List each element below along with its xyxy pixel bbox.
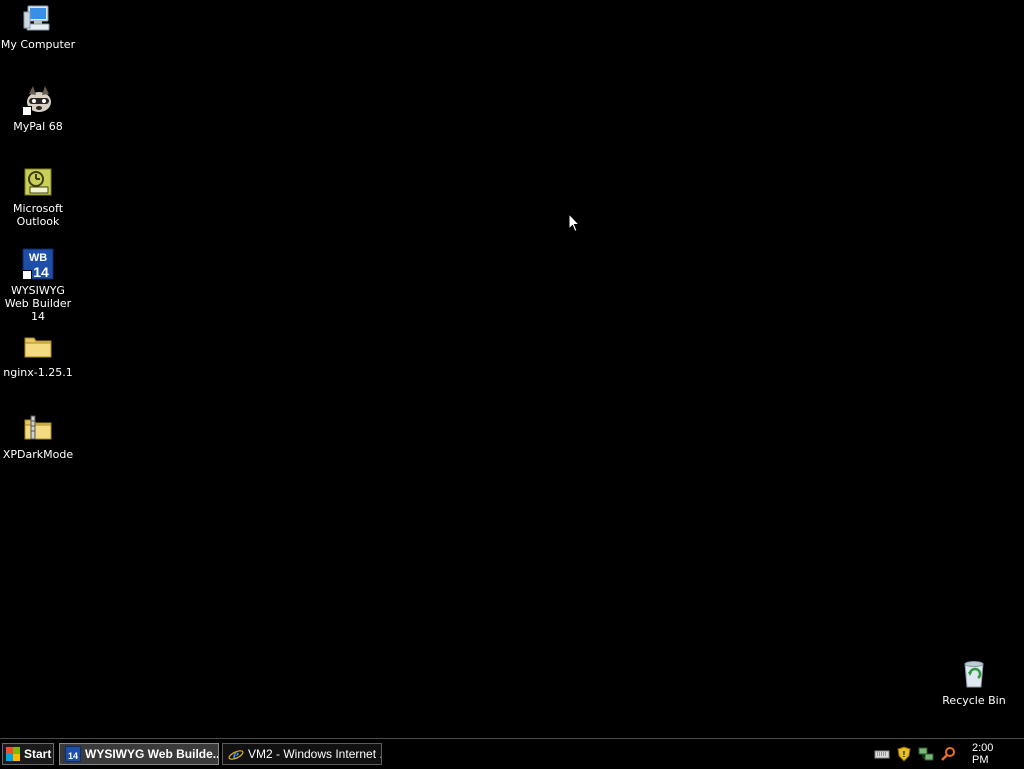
desktop-icon-mypal[interactable]: MyPal 68 <box>0 84 76 133</box>
svg-text:!: ! <box>903 750 906 759</box>
taskbar-button-web-builder[interactable]: 14 WYSIWYG Web Builde... <box>59 743 219 765</box>
taskbar-button-label: VM2 - Windows Internet ... <box>248 747 382 761</box>
desktop: My Computer MyPal 68 Microsoft Outlook W… <box>0 0 1024 738</box>
ie-icon: e <box>228 746 244 763</box>
svg-text:14: 14 <box>68 751 78 761</box>
desktop-icon-label: Recycle Bin <box>942 694 1006 707</box>
web-builder-icon: 14 <box>65 746 81 762</box>
zip-folder-icon <box>22 412 54 444</box>
recycle-bin-icon <box>958 658 990 690</box>
shortcut-arrow-icon <box>22 106 32 116</box>
desktop-icon-xpdarkmode[interactable]: XPDarkMode <box>0 412 76 461</box>
taskbar-button-label: WYSIWYG Web Builde... <box>85 747 219 761</box>
keyboard-icon[interactable] <box>874 746 890 762</box>
outlook-icon <box>22 166 54 198</box>
desktop-icon-label: XPDarkMode <box>2 448 74 461</box>
windows-flag-icon <box>6 747 20 761</box>
desktop-icon-nginx-folder[interactable]: nginx-1.25.1 <box>0 330 76 379</box>
mouse-cursor-icon <box>568 212 581 237</box>
web-builder-icon: WB 14 <box>22 248 54 280</box>
raccoon-icon <box>22 84 54 116</box>
desktop-icon-my-computer[interactable]: My Computer <box>0 2 76 51</box>
desktop-icon-label: nginx-1.25.1 <box>3 366 73 379</box>
svg-text:WB: WB <box>29 252 47 264</box>
svg-text:e: e <box>233 748 239 762</box>
desktop-icon-label: WYSIWYG Web Builder 14 <box>4 284 72 323</box>
security-shield-icon[interactable]: ! <box>896 746 912 762</box>
search-icon[interactable] <box>940 746 956 762</box>
svg-text:14: 14 <box>33 264 49 280</box>
network-icon[interactable] <box>918 746 934 762</box>
desktop-icon-label: MyPal 68 <box>13 120 63 133</box>
desktop-icon-label: My Computer <box>0 38 76 51</box>
desktop-icon-label: Microsoft Outlook <box>12 202 64 228</box>
folder-icon <box>22 330 54 362</box>
system-tray: ! 2:00 PM <box>874 739 1024 769</box>
start-label: Start <box>24 747 52 761</box>
taskbar-clock[interactable]: 2:00 PM <box>972 742 1012 766</box>
taskbar: Start 14 WYSIWYG Web Builde... e VM2 - W… <box>0 738 1024 768</box>
start-button[interactable]: Start <box>2 743 54 765</box>
computer-icon <box>22 2 54 34</box>
desktop-icon-web-builder[interactable]: WB 14 WYSIWYG Web Builder 14 <box>0 248 76 323</box>
desktop-icon-outlook[interactable]: Microsoft Outlook <box>0 166 76 228</box>
shortcut-arrow-icon <box>22 270 32 280</box>
taskbar-button-internet-explorer[interactable]: e VM2 - Windows Internet ... <box>222 743 382 765</box>
desktop-icon-recycle-bin[interactable]: Recycle Bin <box>936 658 1012 707</box>
